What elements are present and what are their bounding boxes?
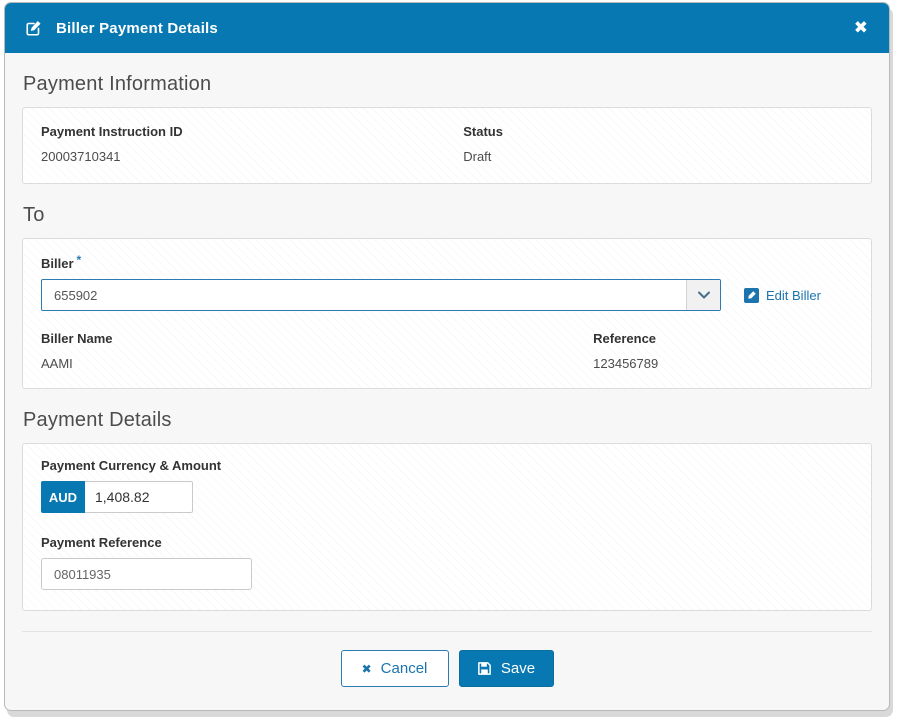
to-heading: To — [23, 204, 45, 226]
cancel-x-icon: ✖ — [361, 661, 372, 676]
payment-instruction-id-value: 20003710341 — [41, 149, 121, 164]
status-value: Draft — [463, 149, 492, 164]
edit-biller-link[interactable]: Edit Biller — [744, 287, 821, 303]
modal-header: Biller Payment Details ✖ — [5, 3, 889, 53]
payment-details-panel: Payment Currency & Amount AUD Payment Re… — [22, 443, 872, 611]
biller-name-field: Biller Name AAMI — [41, 331, 593, 371]
currency-amount-group: AUD — [41, 481, 853, 513]
biller-name-label: Biller Name — [41, 331, 113, 346]
chevron-down-icon[interactable] — [686, 280, 720, 310]
save-floppy-icon — [477, 661, 492, 676]
status-label: Status — [463, 124, 503, 139]
payment-information-panel: Payment Instruction ID 20003710341 Statu… — [22, 107, 872, 184]
biller-details-row: Biller Name AAMI Reference 123456789 — [41, 331, 853, 371]
modal-body: Payment Information Payment Instruction … — [5, 53, 889, 710]
reference-label: Reference — [593, 331, 657, 346]
payment-reference-input[interactable] — [41, 558, 252, 590]
biller-name-value: AAMI — [41, 356, 73, 371]
cancel-button[interactable]: ✖ Cancel — [340, 650, 449, 687]
reference-value: 123456789 — [593, 356, 659, 371]
biller-select[interactable]: 655902 — [41, 279, 721, 311]
payment-instruction-id-field: Payment Instruction ID 20003710341 — [41, 124, 463, 164]
amount-input[interactable] — [85, 481, 193, 513]
currency-badge: AUD — [41, 481, 85, 513]
cancel-button-label: Cancel — [380, 660, 428, 677]
biller-payment-details-modal: Biller Payment Details ✖ Payment Informa… — [4, 2, 890, 711]
currency-amount-label: Payment Currency & Amount — [41, 458, 222, 473]
save-button-label: Save — [500, 660, 536, 677]
payment-reference-label: Payment Reference — [41, 535, 162, 550]
save-button[interactable]: Save — [458, 650, 554, 687]
edit-biller-label: Edit Biller — [766, 287, 821, 303]
modal-title: Biller Payment Details — [56, 19, 218, 37]
payment-instruction-id-label: Payment Instruction ID — [41, 124, 183, 139]
to-panel: Biller * 655902 Edit Biller Biller Name … — [22, 238, 872, 389]
payment-information-heading: Payment Information — [23, 73, 212, 95]
edit-pencil-square-icon — [25, 19, 43, 37]
biller-label-text: Biller — [41, 256, 74, 271]
biller-label: Biller * — [41, 253, 853, 271]
payment-details-heading: Payment Details — [23, 409, 172, 431]
biller-select-row: 655902 Edit Biller — [41, 279, 853, 311]
close-icon[interactable]: ✖ — [854, 19, 868, 37]
required-marker: * — [76, 253, 82, 267]
modal-footer: ✖ Cancel Save — [22, 631, 872, 703]
biller-select-value: 655902 — [54, 287, 98, 303]
status-field: Status Draft — [463, 124, 853, 164]
edit-biller-pencil-icon — [744, 287, 759, 303]
reference-field: Reference 123456789 — [593, 331, 853, 371]
